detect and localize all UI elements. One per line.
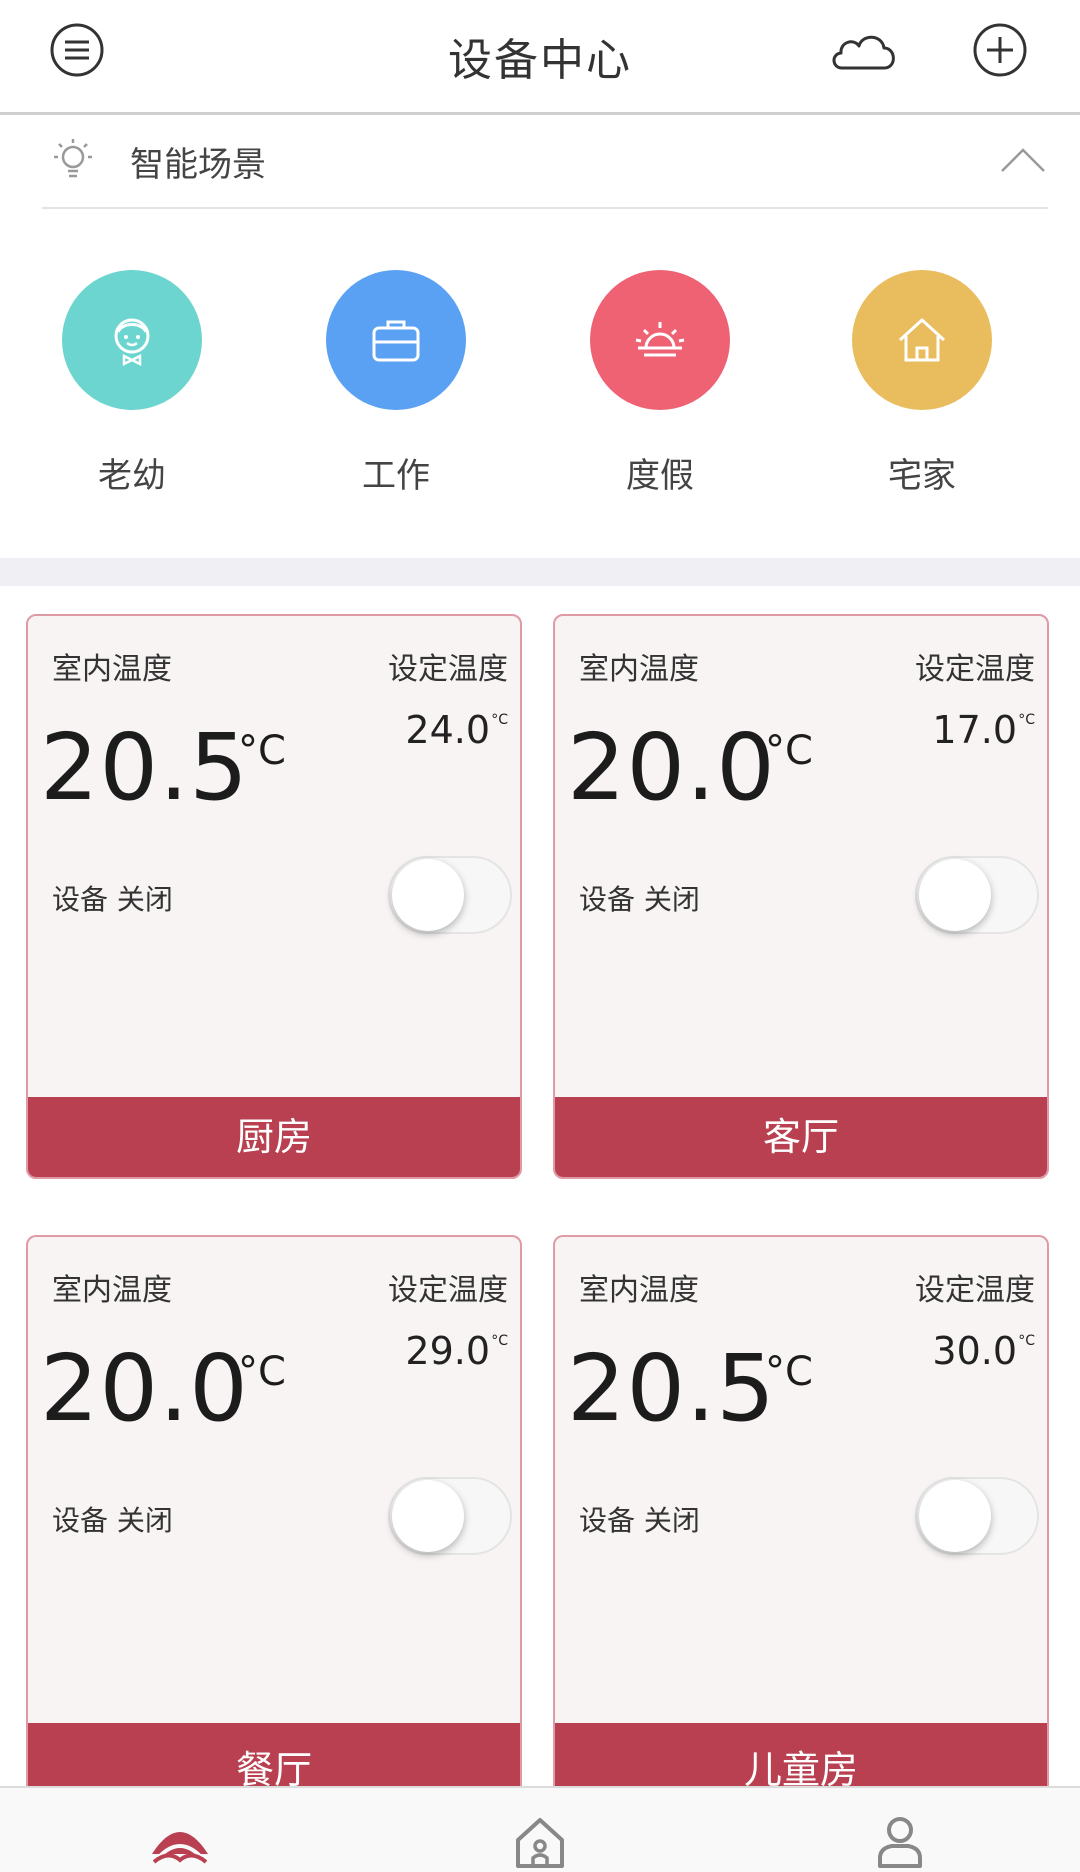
- room-name: 客厅: [555, 1097, 1047, 1177]
- current-temp-unit: °C: [238, 1349, 286, 1395]
- power-toggle[interactable]: [915, 856, 1039, 934]
- indoor-temp-label: 室内温度: [52, 1273, 172, 1308]
- scene-label: 度假: [626, 456, 694, 496]
- scene-work[interactable]: 工作: [296, 270, 496, 497]
- device-status: 设备 关闭: [52, 1504, 173, 1537]
- child-face-icon: [114, 318, 150, 367]
- scene-circle: [326, 270, 466, 410]
- power-toggle[interactable]: [915, 1477, 1039, 1555]
- current-temp: 20.5: [40, 714, 249, 821]
- set-temp-unit: °C: [491, 712, 508, 728]
- set-temp-label: 设定温度: [915, 1273, 1035, 1308]
- add-icon[interactable]: [972, 22, 1028, 78]
- bulb-icon: [50, 137, 96, 183]
- set-temp-label: 设定温度: [388, 652, 508, 687]
- room-name: 厨房: [28, 1097, 520, 1177]
- device-card-kitchen[interactable]: 室内温度 设定温度 20.5 °C 24.0 °C 设备 关闭 厨房: [26, 614, 522, 1179]
- top-header: 设备中心: [0, 0, 1080, 115]
- scene-stay-home[interactable]: 宅家: [822, 270, 1022, 497]
- scene-label: 宅家: [888, 456, 956, 496]
- scene-circle: [852, 270, 992, 410]
- set-temp-label: 设定温度: [388, 1273, 508, 1308]
- cloud-icon[interactable]: [828, 22, 900, 78]
- toggle-knob: [919, 859, 991, 931]
- smart-scene-label: 智能场景: [130, 145, 266, 185]
- device-status: 设备 关闭: [579, 1504, 700, 1537]
- current-temp-unit: °C: [238, 728, 286, 774]
- device-card-kids-room[interactable]: 室内温度 设定温度 20.5 °C 30.0 °C 设备 关闭 儿童房: [553, 1235, 1049, 1786]
- set-temp-unit: °C: [491, 1333, 508, 1349]
- room-name: 餐厅: [28, 1723, 520, 1786]
- scene-circle: [62, 270, 202, 410]
- toggle-knob: [392, 859, 464, 931]
- bottom-tab-bar: [0, 1786, 1080, 1872]
- current-temp-unit: °C: [765, 1349, 813, 1395]
- scene-vacation[interactable]: 度假: [560, 270, 760, 497]
- person-icon: [878, 1817, 922, 1868]
- sunrise-icon: [635, 322, 685, 357]
- scene-circle: [590, 270, 730, 410]
- tab-devices[interactable]: [150, 1814, 210, 1868]
- set-temp: 24.0: [405, 708, 490, 752]
- set-temp-unit: °C: [1018, 1333, 1035, 1349]
- current-temp: 20.5: [567, 1335, 776, 1442]
- device-status: 设备 关闭: [579, 883, 700, 916]
- device-card-dining-room[interactable]: 室内温度 设定温度 20.0 °C 29.0 °C 设备 关闭 餐厅: [26, 1235, 522, 1786]
- indoor-temp-label: 室内温度: [579, 652, 699, 687]
- set-temp: 29.0: [405, 1329, 490, 1373]
- scene-label: 老幼: [98, 456, 166, 496]
- device-card-living-room[interactable]: 室内温度 设定温度 20.0 °C 17.0 °C 设备 关闭 客厅: [553, 614, 1049, 1179]
- house-icon: [898, 318, 946, 362]
- set-temp: 17.0: [932, 708, 1017, 752]
- room-name: 儿童房: [555, 1723, 1047, 1786]
- power-toggle[interactable]: [388, 856, 512, 934]
- set-temp-label: 设定温度: [915, 652, 1035, 687]
- device-status: 设备 关闭: [52, 883, 173, 916]
- current-temp-unit: °C: [765, 728, 813, 774]
- power-toggle[interactable]: [388, 1477, 512, 1555]
- tab-home[interactable]: [510, 1814, 570, 1868]
- scene-label: 工作: [362, 456, 430, 496]
- toggle-knob: [392, 1480, 464, 1552]
- current-temp: 20.0: [567, 714, 776, 821]
- briefcase-icon: [372, 320, 420, 362]
- indoor-temp-label: 室内温度: [52, 652, 172, 687]
- scene-elderly-child[interactable]: 老幼: [32, 270, 232, 497]
- brand-logo-icon: [152, 1832, 208, 1864]
- section-divider: [0, 558, 1080, 586]
- scene-list: 老幼 工作 度假 宅家: [0, 270, 1080, 510]
- set-temp-unit: °C: [1018, 712, 1035, 728]
- home-icon: [516, 1818, 564, 1868]
- page-title: 设备中心: [448, 35, 632, 86]
- set-temp: 30.0: [932, 1329, 1017, 1373]
- indoor-temp-label: 室内温度: [579, 1273, 699, 1308]
- tab-profile[interactable]: [870, 1814, 930, 1868]
- chevron-up-icon[interactable]: [998, 145, 1048, 175]
- current-temp: 20.0: [40, 1335, 249, 1442]
- toggle-knob: [919, 1480, 991, 1552]
- smart-scene-header[interactable]: 智能场景: [42, 115, 1048, 209]
